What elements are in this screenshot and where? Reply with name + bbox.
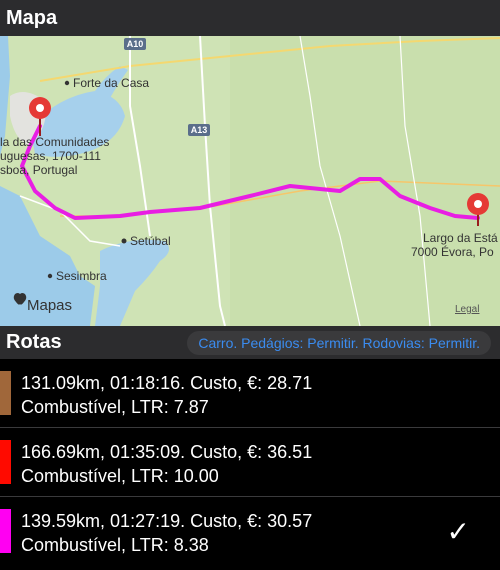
- route-fuel: Combustível, LTR: 7.87: [21, 397, 209, 417]
- selected-checkmark-icon: ✓: [446, 516, 470, 547]
- route-fuel: Combustível, LTR: 10.00: [21, 466, 219, 486]
- end-pin-label-2: 7000 Évora, Po: [411, 244, 494, 259]
- route-summary: 166.69km, 01:35:09. Custo, €: 36.51 Comb…: [21, 440, 312, 488]
- route-distance-time-cost: 131.09km, 01:18:16. Custo, €: 28.71: [21, 373, 313, 393]
- maps-attribution-text: Mapas: [27, 297, 72, 314]
- route-summary: 139.59km, 01:27:19. Custo, €: 30.57 Comb…: [21, 509, 312, 557]
- route-color-swatch: [0, 371, 11, 415]
- setubal-dot: [121, 238, 127, 244]
- map-section-title: Mapa: [6, 6, 58, 29]
- a13-label: A13: [191, 125, 208, 135]
- place-forte-da-casa: Forte da Casa: [73, 76, 149, 90]
- map-canvas[interactable]: A10 A13 Forte da Casa Setúbal Sesimbra l…: [0, 36, 500, 326]
- routes-section-header: Rotas Carro. Pedágios: Permitir. Rodovia…: [0, 326, 500, 359]
- route-color-swatch: [0, 509, 11, 553]
- map-section-header: Mapa: [0, 0, 500, 36]
- route-row[interactable]: 166.69km, 01:35:09. Custo, €: 36.51 Comb…: [0, 428, 500, 497]
- legal-link[interactable]: Legal: [455, 304, 479, 315]
- a10-label: A10: [127, 39, 144, 49]
- route-fuel: Combustível, LTR: 8.38: [21, 535, 209, 555]
- route-options-button[interactable]: Carro. Pedágios: Permitir. Rodovias: Per…: [187, 331, 491, 355]
- route-distance-time-cost: 166.69km, 01:35:09. Custo, €: 36.51: [21, 442, 313, 462]
- sesimbra-dot: [47, 273, 53, 279]
- route-row[interactable]: 139.59km, 01:27:19. Custo, €: 30.57 Comb…: [0, 497, 500, 566]
- start-pin-label-2: uguesas, 1700-111: [0, 149, 101, 163]
- route-distance-time-cost: 139.59km, 01:27:19. Custo, €: 30.57: [21, 511, 313, 531]
- route-row[interactable]: 131.09km, 01:18:16. Custo, €: 28.71 Comb…: [0, 359, 500, 428]
- start-pin-label-3: sboa, Portugal: [0, 163, 77, 177]
- start-pin-label-1: la das Comunidades: [0, 135, 109, 149]
- route-color-swatch: [0, 440, 11, 484]
- route-list: 131.09km, 01:18:16. Custo, €: 28.71 Comb…: [0, 359, 500, 566]
- forte-dot: [64, 80, 70, 86]
- place-sesimbra: Sesimbra: [56, 269, 107, 283]
- route-summary: 131.09km, 01:18:16. Custo, €: 28.71 Comb…: [21, 371, 312, 419]
- place-setubal: Setúbal: [130, 234, 171, 248]
- end-pin-label-1: Largo da Está: [423, 231, 498, 245]
- map-view[interactable]: A10 A13 Forte da Casa Setúbal Sesimbra l…: [0, 36, 500, 326]
- routes-section-title: Rotas: [6, 331, 62, 353]
